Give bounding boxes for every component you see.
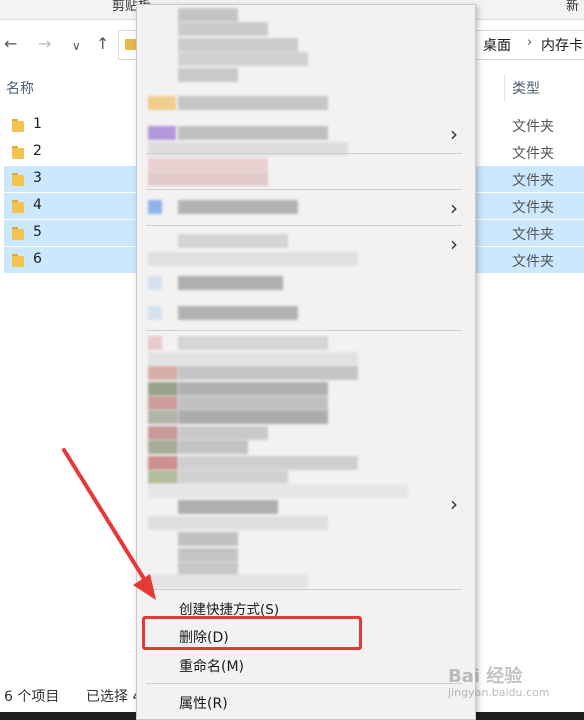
watermark-brand: Bai 经验 <box>448 666 523 687</box>
baidu-watermark: Bai 经验 jingyan.baidu.com <box>448 662 550 699</box>
explorer-window: 剪贴板 新 ← → ∨ ↑ 桌面 › 内存卡 名称 类型 1 文件夹 2 文件夹 <box>0 0 584 720</box>
watermark-url: jingyan.baidu.com <box>448 686 550 699</box>
annotation-arrow-icon <box>62 448 156 600</box>
